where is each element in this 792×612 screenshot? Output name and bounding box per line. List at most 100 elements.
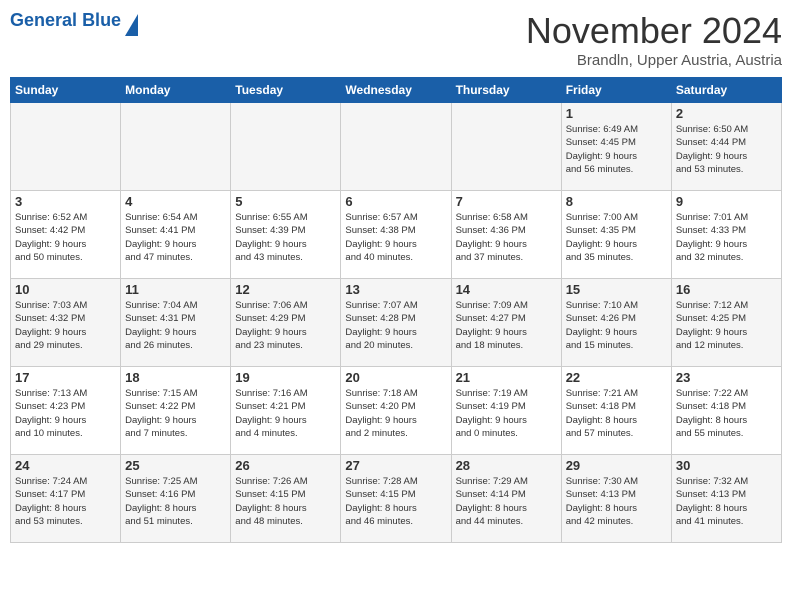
- calendar-week-row: 10 Sunrise: 7:03 AM Sunset: 4:32 PM Dayli…: [11, 279, 782, 367]
- day-info: Sunrise: 7:18 AM Sunset: 4:20 PM Dayligh…: [345, 387, 446, 440]
- month-title: November 2024: [526, 10, 782, 52]
- calendar-week-row: 24Sunrise: 7:24 AM Sunset: 4:17 PM Dayli…: [11, 455, 782, 543]
- calendar-cell: 19 Sunrise: 7:16 AM Sunset: 4:21 PM Dayli…: [231, 367, 341, 455]
- day-number: 5: [235, 194, 336, 209]
- day-info: Sunrise: 7:28 AM Sunset: 4:15 PM Dayligh…: [345, 475, 446, 528]
- calendar-cell: 25 Sunrise: 7:25 AM Sunset: 4:16 PM Dayli…: [121, 455, 231, 543]
- day-info: Sunrise: 7:06 AM Sunset: 4:29 PM Dayligh…: [235, 299, 336, 352]
- calendar-cell: 5 Sunrise: 6:55 AM Sunset: 4:39 PM Daylig…: [231, 191, 341, 279]
- calendar-week-row: 1 Sunrise: 6:49 AM Sunset: 4:45 PM Daylig…: [11, 103, 782, 191]
- day-number: 20: [345, 370, 446, 385]
- day-number: 16: [676, 282, 777, 297]
- calendar-cell: 2 Sunrise: 6:50 AM Sunset: 4:44 PM Daylig…: [671, 103, 781, 191]
- day-number: 22: [566, 370, 667, 385]
- calendar-cell: 11Sunrise: 7:04 AM Sunset: 4:31 PM Dayli…: [121, 279, 231, 367]
- day-number: 4: [125, 194, 226, 209]
- day-info: Sunrise: 7:22 AM Sunset: 4:18 PM Dayligh…: [676, 387, 777, 440]
- calendar-cell: 26Sunrise: 7:26 AM Sunset: 4:15 PM Dayli…: [231, 455, 341, 543]
- day-info: Sunrise: 7:10 AM Sunset: 4:26 PM Dayligh…: [566, 299, 667, 352]
- day-info: Sunrise: 6:50 AM Sunset: 4:44 PM Dayligh…: [676, 123, 777, 176]
- day-info: Sunrise: 7:32 AM Sunset: 4:13 PM Dayligh…: [676, 475, 777, 528]
- calendar-cell: 12 Sunrise: 7:06 AM Sunset: 4:29 PM Dayli…: [231, 279, 341, 367]
- calendar-cell: 15 Sunrise: 7:10 AM Sunset: 4:26 PM Dayli…: [561, 279, 671, 367]
- calendar-cell: 27 Sunrise: 7:28 AM Sunset: 4:15 PM Dayli…: [341, 455, 451, 543]
- day-number: 2: [676, 106, 777, 121]
- day-info: Sunrise: 7:03 AM Sunset: 4:32 PM Dayligh…: [15, 299, 116, 352]
- calendar-cell: 6Sunrise: 6:57 AM Sunset: 4:38 PM Daylig…: [341, 191, 451, 279]
- calendar-cell: 3 Sunrise: 6:52 AM Sunset: 4:42 PM Daylig…: [11, 191, 121, 279]
- calendar-cell: [341, 103, 451, 191]
- calendar-cell: 28 Sunrise: 7:29 AM Sunset: 4:14 PM Dayli…: [451, 455, 561, 543]
- calendar-cell: 7 Sunrise: 6:58 AM Sunset: 4:36 PM Daylig…: [451, 191, 561, 279]
- logo-triangle-icon: [125, 14, 138, 36]
- day-number: 18: [125, 370, 226, 385]
- calendar-cell: [451, 103, 561, 191]
- calendar-cell: [11, 103, 121, 191]
- day-info: Sunrise: 7:29 AM Sunset: 4:14 PM Dayligh…: [456, 475, 557, 528]
- day-info: Sunrise: 6:49 AM Sunset: 4:45 PM Dayligh…: [566, 123, 667, 176]
- calendar-cell: 29 Sunrise: 7:30 AM Sunset: 4:13 PM Dayli…: [561, 455, 671, 543]
- day-number: 28: [456, 458, 557, 473]
- calendar-cell: 9Sunrise: 7:01 AM Sunset: 4:33 PM Daylig…: [671, 191, 781, 279]
- page-header: General Blue November 2024 Brandln, Uppe…: [10, 10, 782, 69]
- weekday-header-friday: Friday: [561, 78, 671, 103]
- calendar-cell: 4Sunrise: 6:54 AM Sunset: 4:41 PM Daylig…: [121, 191, 231, 279]
- day-info: Sunrise: 7:01 AM Sunset: 4:33 PM Dayligh…: [676, 211, 777, 264]
- calendar-cell: 30Sunrise: 7:32 AM Sunset: 4:13 PM Dayli…: [671, 455, 781, 543]
- day-info: Sunrise: 6:55 AM Sunset: 4:39 PM Dayligh…: [235, 211, 336, 264]
- day-number: 14: [456, 282, 557, 297]
- day-info: Sunrise: 7:26 AM Sunset: 4:15 PM Dayligh…: [235, 475, 336, 528]
- calendar-cell: 13 Sunrise: 7:07 AM Sunset: 4:28 PM Dayli…: [341, 279, 451, 367]
- day-info: Sunrise: 7:19 AM Sunset: 4:19 PM Dayligh…: [456, 387, 557, 440]
- calendar-cell: 8Sunrise: 7:00 AM Sunset: 4:35 PM Daylig…: [561, 191, 671, 279]
- calendar-cell: 17 Sunrise: 7:13 AM Sunset: 4:23 PM Dayli…: [11, 367, 121, 455]
- day-number: 25: [125, 458, 226, 473]
- day-info: Sunrise: 7:13 AM Sunset: 4:23 PM Dayligh…: [15, 387, 116, 440]
- day-info: Sunrise: 7:09 AM Sunset: 4:27 PM Dayligh…: [456, 299, 557, 352]
- calendar-cell: [231, 103, 341, 191]
- day-number: 8: [566, 194, 667, 209]
- day-info: Sunrise: 7:07 AM Sunset: 4:28 PM Dayligh…: [345, 299, 446, 352]
- weekday-header-sunday: Sunday: [11, 78, 121, 103]
- day-info: Sunrise: 7:12 AM Sunset: 4:25 PM Dayligh…: [676, 299, 777, 352]
- day-number: 29: [566, 458, 667, 473]
- day-number: 10: [15, 282, 116, 297]
- day-info: Sunrise: 7:04 AM Sunset: 4:31 PM Dayligh…: [125, 299, 226, 352]
- weekday-header-monday: Monday: [121, 78, 231, 103]
- calendar-week-row: 17 Sunrise: 7:13 AM Sunset: 4:23 PM Dayli…: [11, 367, 782, 455]
- location-subtitle: Brandln, Upper Austria, Austria: [526, 52, 782, 69]
- calendar-cell: [121, 103, 231, 191]
- day-number: 12: [235, 282, 336, 297]
- logo-line2: Blue: [82, 10, 121, 30]
- calendar-cell: 23 Sunrise: 7:22 AM Sunset: 4:18 PM Dayli…: [671, 367, 781, 455]
- weekday-header-saturday: Saturday: [671, 78, 781, 103]
- day-number: 23: [676, 370, 777, 385]
- logo: General Blue: [10, 10, 138, 36]
- day-number: 13: [345, 282, 446, 297]
- day-info: Sunrise: 7:24 AM Sunset: 4:17 PM Dayligh…: [15, 475, 116, 528]
- day-number: 27: [345, 458, 446, 473]
- day-info: Sunrise: 6:52 AM Sunset: 4:42 PM Dayligh…: [15, 211, 116, 264]
- calendar-cell: 20 Sunrise: 7:18 AM Sunset: 4:20 PM Dayli…: [341, 367, 451, 455]
- day-number: 7: [456, 194, 557, 209]
- calendar-cell: 18Sunrise: 7:15 AM Sunset: 4:22 PM Dayli…: [121, 367, 231, 455]
- calendar-table: SundayMondayTuesdayWednesdayThursdayFrid…: [10, 77, 782, 543]
- calendar-cell: 16 Sunrise: 7:12 AM Sunset: 4:25 PM Dayli…: [671, 279, 781, 367]
- day-number: 17: [15, 370, 116, 385]
- weekday-header-row: SundayMondayTuesdayWednesdayThursdayFrid…: [11, 78, 782, 103]
- day-number: 15: [566, 282, 667, 297]
- calendar-cell: 14 Sunrise: 7:09 AM Sunset: 4:27 PM Dayli…: [451, 279, 561, 367]
- calendar-week-row: 3 Sunrise: 6:52 AM Sunset: 4:42 PM Daylig…: [11, 191, 782, 279]
- day-number: 3: [15, 194, 116, 209]
- day-info: Sunrise: 7:25 AM Sunset: 4:16 PM Dayligh…: [125, 475, 226, 528]
- day-number: 19: [235, 370, 336, 385]
- day-info: Sunrise: 6:58 AM Sunset: 4:36 PM Dayligh…: [456, 211, 557, 264]
- weekday-header-thursday: Thursday: [451, 78, 561, 103]
- title-block: November 2024 Brandln, Upper Austria, Au…: [526, 10, 782, 69]
- day-info: Sunrise: 7:30 AM Sunset: 4:13 PM Dayligh…: [566, 475, 667, 528]
- calendar-cell: 24Sunrise: 7:24 AM Sunset: 4:17 PM Dayli…: [11, 455, 121, 543]
- day-info: Sunrise: 7:16 AM Sunset: 4:21 PM Dayligh…: [235, 387, 336, 440]
- calendar-cell: 22Sunrise: 7:21 AM Sunset: 4:18 PM Dayli…: [561, 367, 671, 455]
- weekday-header-tuesday: Tuesday: [231, 78, 341, 103]
- day-number: 1: [566, 106, 667, 121]
